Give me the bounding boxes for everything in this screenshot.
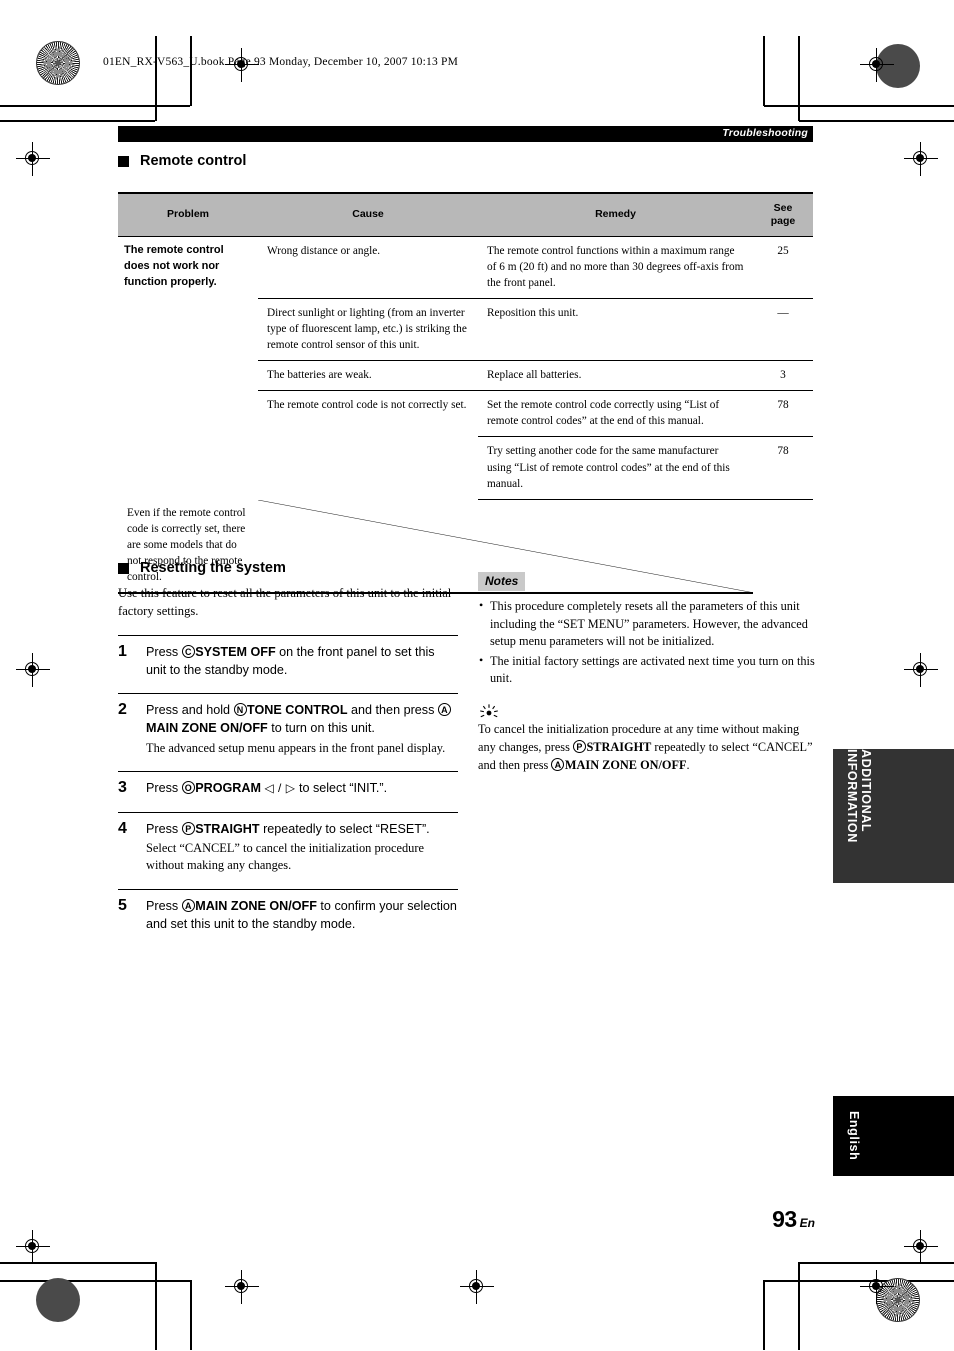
step-3: 3 Press O PROGRAM ◁ / ▷ to select “INIT.”… <box>118 771 458 797</box>
step-5: 5 Press A MAIN ZONE ON/OFF to confirm you… <box>118 888 458 934</box>
chapter-bar-label: Troubleshooting <box>722 127 808 139</box>
cell-problem: The remote control does not work nor fun… <box>124 244 224 289</box>
cell-page: 25 <box>753 236 813 300</box>
see-page-line-2: page <box>770 214 796 227</box>
step-control-name: PROGRAM <box>195 781 261 796</box>
table-header-row: Problem Cause Remedy See page <box>118 192 813 238</box>
cell-cause: Direct sunlight or lighting (from an inv… <box>258 298 478 362</box>
cell-cause: The remote control code is not correctly… <box>267 399 467 412</box>
circled-letter-p-icon: P <box>181 821 195 835</box>
tip-text-part-3: . <box>686 757 690 772</box>
step-title: Press C SYSTEM OFF on the front panel to … <box>146 643 458 680</box>
step-1: 1 Press C SYSTEM OFF on the front panel t… <box>118 634 458 680</box>
cell-page: 78 <box>753 390 813 438</box>
cell-remedy: The remote control functions within a ma… <box>478 236 753 300</box>
side-tab-english: English <box>833 1096 954 1176</box>
step-description: The advanced setup menu appears in the f… <box>146 740 446 755</box>
step-title: Press A MAIN ZONE ON/OFF to confirm your … <box>146 897 458 934</box>
step-title: Press and hold N TONE CONTROL and then pr… <box>146 701 458 738</box>
see-page-line-1: See <box>773 202 793 214</box>
cell-remedy: Try setting another code for the same ma… <box>478 436 753 500</box>
left-column: Resetting the system Use this feature to… <box>118 560 458 933</box>
step-prefix: Press <box>146 644 182 659</box>
tip-text: To cancel the initialization procedure a… <box>478 721 816 775</box>
circled-letter-a-icon: A <box>437 703 451 716</box>
chapter-bar: Troubleshooting <box>118 126 813 142</box>
file-header-line: 01EN_RX-V563_U.book Page 93 Monday, Dece… <box>103 56 459 68</box>
step-prefix: Press <box>146 781 182 796</box>
cell-page: 3 <box>753 360 813 392</box>
cell-remedy: Replace all batteries. <box>478 360 753 392</box>
column-header-remedy: Remedy <box>478 192 753 238</box>
circled-letter-a-icon: A <box>551 757 565 771</box>
section-heading-resetting-the-system: Resetting the system <box>118 560 458 576</box>
document-page: 01EN_RX-V563_U.book Page 93 Monday, Dece… <box>0 0 954 1351</box>
cell-remedy: Reposition this unit. <box>478 298 753 362</box>
side-tab-additional-information: ADDITIONAL INFORMATION <box>833 749 954 883</box>
side-tab-label: English <box>847 1111 861 1161</box>
step-number: 3 <box>118 779 127 797</box>
step-number: 4 <box>118 819 127 837</box>
circled-letter-c-icon: C <box>181 644 195 658</box>
notes-label: Notes <box>478 572 526 591</box>
side-tab-label: ADDITIONAL INFORMATION <box>845 749 873 843</box>
cell-cause: The batteries are weak. <box>258 360 478 392</box>
circled-letter-n-icon: N <box>233 703 247 716</box>
section-heading-label: Resetting the system <box>140 560 286 576</box>
column-header-see-page: See page <box>753 192 813 238</box>
step-control-name: STRAIGHT <box>195 821 260 836</box>
step-2: 2 Press and hold N TONE CONTROL and then … <box>118 693 458 757</box>
circled-letter-o-icon: O <box>181 781 195 795</box>
step-prefix: Press and hold <box>146 703 234 717</box>
right-column: Notes This procedure completely resets a… <box>478 572 816 775</box>
circled-letter-a-icon: A <box>181 898 195 912</box>
section-heading-remote-control: Remote control <box>118 153 246 169</box>
page-number-value: 93 <box>772 1206 797 1232</box>
left-right-arrow-icons: ◁ / ▷ <box>264 781 296 796</box>
step-suffix: repeatedly to select “RESET”. <box>259 821 430 836</box>
step-prefix: Press <box>146 898 182 913</box>
column-header-cause: Cause <box>258 192 478 238</box>
step-number: 5 <box>118 896 127 914</box>
bullet-square-icon <box>118 155 129 167</box>
step-suffix: to select “INIT.”. <box>295 781 388 796</box>
tip-control-name-2: MAIN ZONE ON/OFF <box>564 757 687 772</box>
notes-list: This procedure completely resets all the… <box>478 597 816 688</box>
step-number: 2 <box>118 701 127 718</box>
cell-page: — <box>753 298 813 362</box>
reset-intro-text: Use this feature to reset all the parame… <box>118 586 452 619</box>
column-header-problem: Problem <box>118 192 258 238</box>
note-item: The initial factory settings are activat… <box>478 652 816 688</box>
step-title: Press P STRAIGHT repeatedly to select “RE… <box>146 820 458 838</box>
step-title: Press O PROGRAM ◁ / ▷ to select “INIT.”. <box>146 779 458 797</box>
page-number-suffix: En <box>799 1216 815 1230</box>
step-4: 4 Press P STRAIGHT repeatedly to select “… <box>118 811 458 875</box>
note-item: This procedure completely resets all the… <box>478 597 816 651</box>
step-middle: and then press <box>347 703 438 717</box>
circled-letter-p-icon: P <box>572 739 586 753</box>
page-number: 93 En <box>700 1206 815 1233</box>
tip-sun-icon <box>478 704 500 720</box>
step-control-name: TONE CONTROL <box>247 703 348 717</box>
step-control-name: MAIN ZONE ON/OFF <box>195 898 317 913</box>
step-control-name-2: MAIN ZONE ON/OFF <box>146 721 268 736</box>
tip-control-name-1: STRAIGHT <box>586 739 652 754</box>
troubleshooting-table: Problem Cause Remedy See page The remote… <box>118 192 813 595</box>
cell-page: 78 <box>753 436 813 500</box>
step-number: 1 <box>118 642 127 660</box>
step-suffix: to turn on this unit. <box>267 721 375 736</box>
table-row: The remote control does not work nor fun… <box>118 236 813 300</box>
step-description: Select “CANCEL” to cancel the initializa… <box>146 840 424 873</box>
cell-cause: Wrong distance or angle. <box>258 236 478 300</box>
section-heading-label: Remote control <box>140 153 247 169</box>
cell-remedy: Set the remote control code correctly us… <box>478 390 753 438</box>
step-control-name: SYSTEM OFF <box>195 644 276 659</box>
step-prefix: Press <box>146 821 182 836</box>
bullet-square-icon <box>118 562 129 574</box>
